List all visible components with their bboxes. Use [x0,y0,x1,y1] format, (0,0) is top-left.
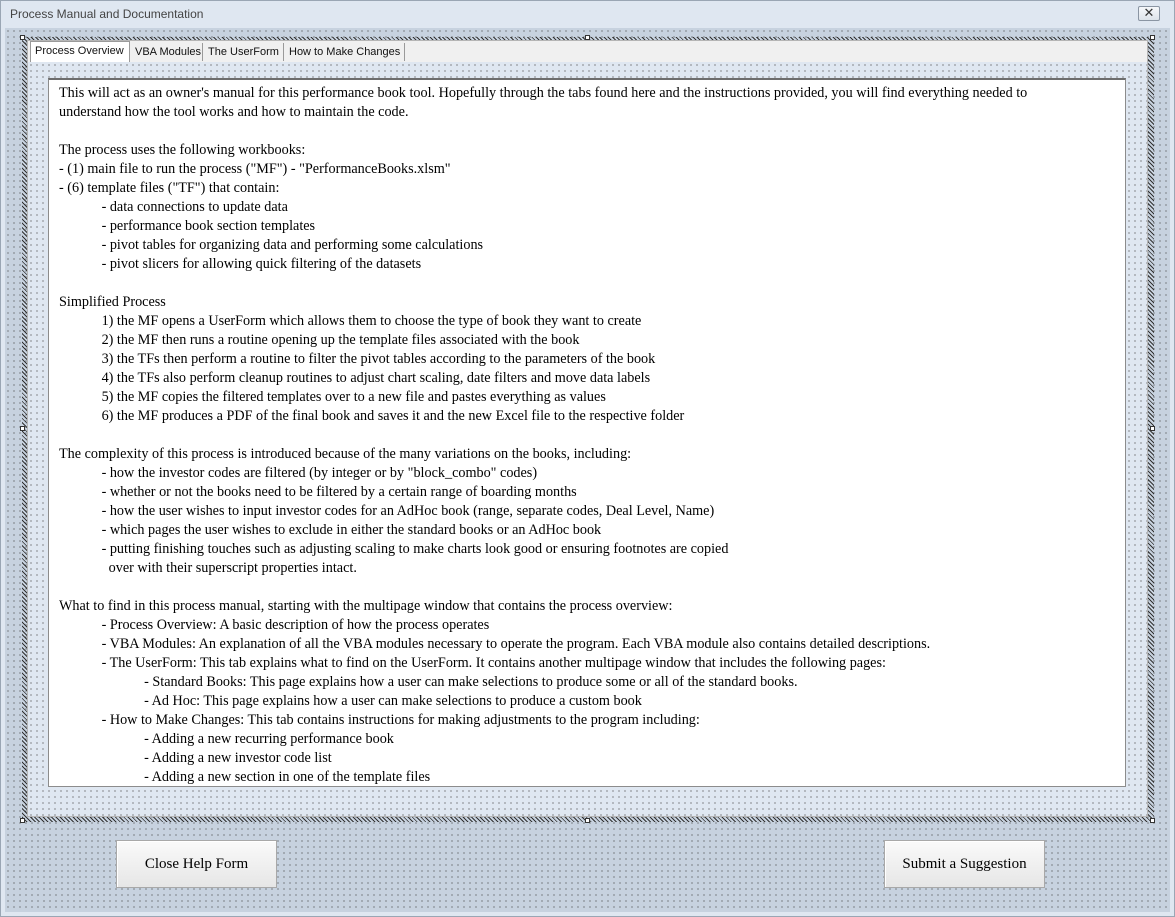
tab-label: The UserForm [208,46,279,58]
resize-handle-ne[interactable] [1150,35,1155,40]
text-line [59,578,1027,597]
resize-handle-se[interactable] [1150,818,1155,823]
text-line: - How to Make Changes: This tab contains… [59,712,700,728]
submit-suggestion-button[interactable]: Submit a Suggestion [884,840,1045,888]
text-line: - data connections to update data [59,199,288,215]
text-line: - Standard Books: This page explains how… [59,674,798,690]
text-line: - Ad Hoc: This page explains how a user … [59,693,642,709]
text-line [59,426,1027,445]
text-line: 4) the TFs also perform cleanup routines… [59,370,651,386]
resize-handle-w[interactable] [20,426,25,431]
document-text: This will act as an owner's manual for t… [59,84,1028,786]
text-line: - Adding a new section in one of the tem… [59,769,431,785]
text-line: - putting finishing touches such as adju… [59,541,729,557]
tab-process-overview[interactable]: Process Overview [30,41,130,62]
close-help-form-button[interactable]: Close Help Form [116,840,277,888]
text-line: - which pages the user wishes to exclude… [59,522,602,538]
text-line: This will act as an owner's manual for t… [59,85,1028,101]
text-line: - pivot slicers for allowing quick filte… [59,256,422,272]
text-line: - The UserForm: This tab explains what t… [59,655,886,671]
resize-handle-e[interactable] [1150,426,1155,431]
window-title: Process Manual and Documentation [10,7,204,21]
window-close-button[interactable]: ✕ [1138,5,1160,21]
text-line: - whether or not the books need to be fi… [59,484,577,500]
text-line: The complexity of this process is introd… [59,446,632,462]
text-line: - how the user wishes to input investor … [59,503,715,519]
text-line: understand how the tool works and how to… [59,104,409,120]
tab-label: How to Make Changes [289,46,401,58]
tab-the-userform[interactable]: The UserForm [204,43,284,61]
tab-label: Process Overview [35,45,124,57]
text-line: 6) the MF produces a PDF of the final bo… [59,408,685,424]
text-line [59,274,1027,293]
text-line: - performance book section templates [59,218,316,234]
text-line: over with their superscript properties i… [59,560,357,576]
text-line: - Adding a new recurring performance boo… [59,731,394,747]
text-line: Simplified Process [59,294,166,310]
text-line: What to find in this process manual, sta… [59,598,673,614]
text-line: 3) the TFs then perform a routine to fil… [59,351,656,367]
text-line [59,122,1027,141]
resize-handle-nw[interactable] [20,35,25,40]
tab-label: VBA Modules [135,46,202,58]
text-line: 2) the MF then runs a routine opening up… [59,332,580,348]
text-line: - Process Overview: A basic description … [59,617,490,633]
text-line: - (6) template files ("TF") that contain… [59,180,280,196]
close-icon: ✕ [1143,5,1155,20]
text-line: - (1) main file to run the process ("MF"… [59,161,451,177]
text-line: The process uses the following workbooks… [59,142,306,158]
tab-how-to-make-changes[interactable]: How to Make Changes [285,43,405,61]
tab-vba-modules[interactable]: VBA Modules [131,43,203,61]
text-line: 1) the MF opens a UserForm which allows … [59,313,642,329]
text-line: - Adding a new investor code list [59,750,332,766]
title-bar: Process Manual and Documentation ✕ [1,1,1174,27]
resize-handle-s[interactable] [585,818,590,823]
text-line: - how the investor codes are filtered (b… [59,465,538,481]
text-line: 5) the MF copies the filtered templates … [59,389,606,405]
resize-handle-sw[interactable] [20,818,25,823]
process-overview-textbox[interactable]: This will act as an owner's manual for t… [48,78,1126,787]
text-line: - pivot tables for organizing data and p… [59,237,484,253]
text-line: - VBA Modules: An explanation of all the… [59,636,931,652]
